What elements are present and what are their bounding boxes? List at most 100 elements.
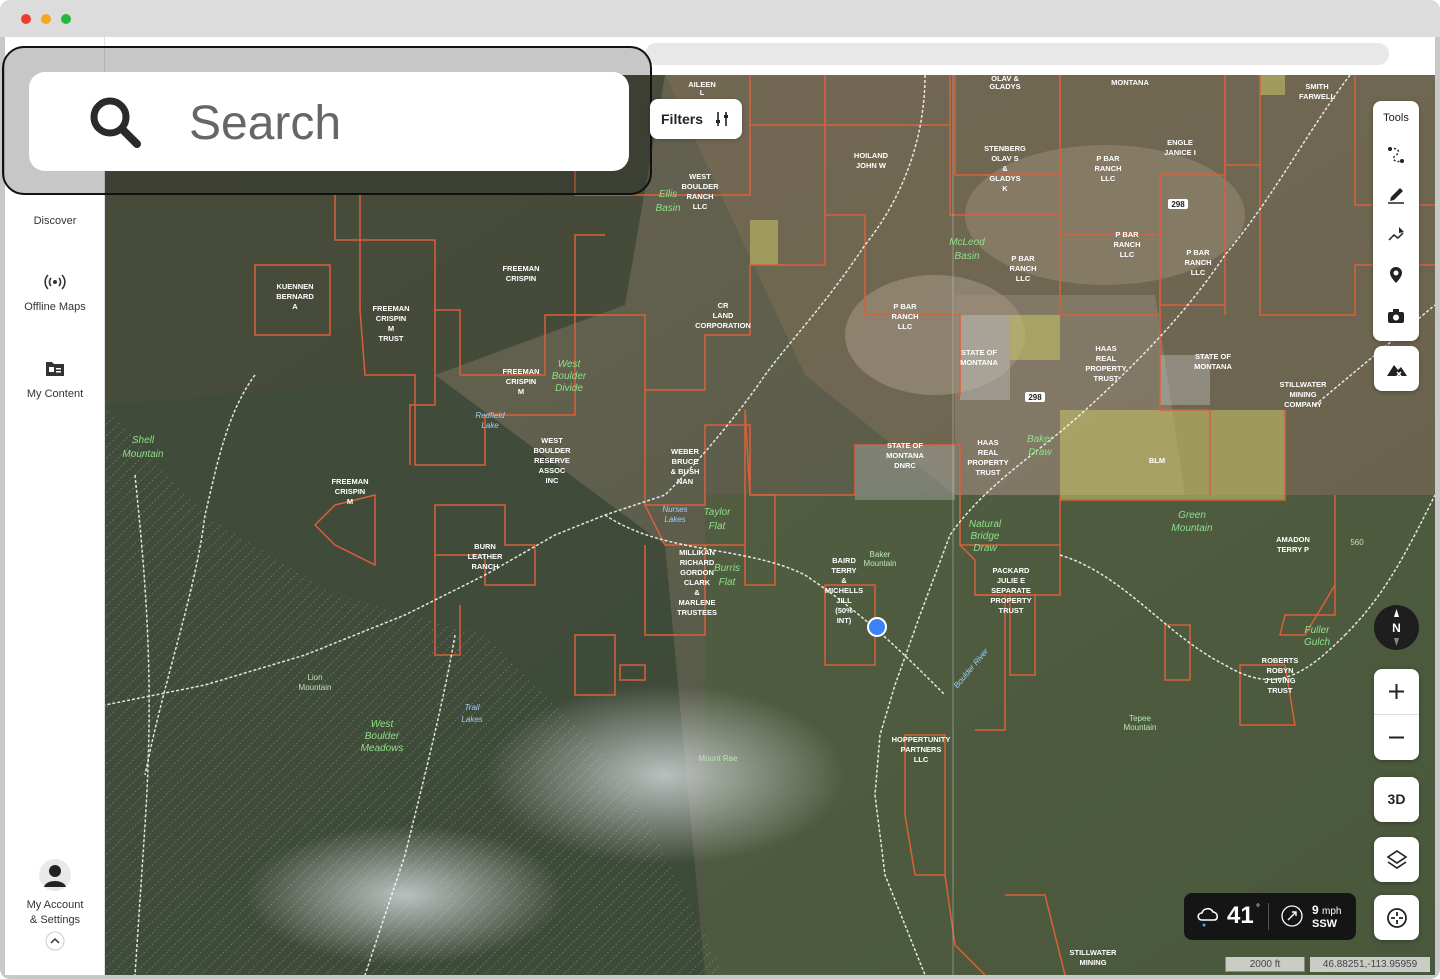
svg-text:RANCH: RANCH bbox=[686, 192, 713, 201]
svg-text:&: & bbox=[694, 588, 700, 597]
filters-button[interactable]: Filters bbox=[650, 99, 742, 139]
svg-text:WEST: WEST bbox=[689, 172, 711, 181]
svg-text:Lake: Lake bbox=[481, 421, 499, 430]
tools-panel: Tools bbox=[1373, 101, 1419, 341]
svg-text:M: M bbox=[518, 387, 524, 396]
svg-text:ROBYN: ROBYN bbox=[1266, 666, 1293, 675]
svg-text:TRUST: TRUST bbox=[999, 606, 1024, 615]
sidebar-item-offline-maps[interactable]: Offline Maps bbox=[5, 271, 105, 313]
svg-text:&: & bbox=[841, 576, 847, 585]
zoom-out-button[interactable] bbox=[1374, 715, 1419, 760]
svg-text:RANCH: RANCH bbox=[471, 562, 498, 571]
svg-text:LLC: LLC bbox=[1120, 250, 1135, 259]
zoom-in-button[interactable] bbox=[1374, 669, 1419, 714]
svg-text:BOULDER: BOULDER bbox=[533, 446, 571, 455]
svg-text:CRISPIN: CRISPIN bbox=[506, 377, 536, 386]
svg-text:Trail: Trail bbox=[465, 703, 480, 712]
chevron-up-icon[interactable] bbox=[45, 931, 65, 951]
svg-text:HOPPERTUNITY: HOPPERTUNITY bbox=[892, 735, 951, 744]
browser-window: AILEEN L OLAV & GLADYS MONTANA SMITH FARWEL… bbox=[0, 0, 1440, 979]
svg-text:MONTANA: MONTANA bbox=[886, 451, 924, 460]
svg-text:STENBERG: STENBERG bbox=[984, 144, 1026, 153]
svg-text:WEST: WEST bbox=[541, 436, 563, 445]
svg-text:TERRY: TERRY bbox=[831, 566, 856, 575]
compass-button[interactable]: N bbox=[1374, 605, 1419, 650]
svg-text:CRISPIN: CRISPIN bbox=[506, 274, 536, 283]
svg-text:BLM: BLM bbox=[1149, 456, 1165, 465]
svg-text:Green: Green bbox=[1178, 510, 1206, 521]
svg-text:JILL: JILL bbox=[836, 596, 852, 605]
camera-icon[interactable] bbox=[1386, 306, 1406, 326]
svg-text:GLADYS: GLADYS bbox=[989, 82, 1020, 91]
3d-toggle-button[interactable]: 3D bbox=[1374, 777, 1419, 822]
svg-text:ROBERTS: ROBERTS bbox=[1262, 656, 1299, 665]
svg-text:NAN: NAN bbox=[677, 477, 693, 486]
sidebar-item-discover[interactable]: Discover bbox=[5, 215, 105, 227]
search-placeholder: Search bbox=[189, 97, 342, 150]
svg-text:AMADON: AMADON bbox=[1276, 535, 1310, 544]
svg-text:BAIRD: BAIRD bbox=[832, 556, 856, 565]
svg-text:TRUST: TRUST bbox=[976, 468, 1001, 477]
svg-text:MONTANA: MONTANA bbox=[960, 358, 998, 367]
svg-text:WEBER: WEBER bbox=[671, 447, 700, 456]
sidebar-item-label: My Content bbox=[26, 388, 84, 400]
maximize-window-button[interactable] bbox=[61, 14, 71, 24]
svg-text:STATE OF: STATE OF bbox=[887, 441, 923, 450]
sidebar-item-account[interactable]: My Account & Settings bbox=[5, 859, 105, 951]
tools-label: Tools bbox=[1383, 112, 1409, 124]
pencil-icon[interactable] bbox=[1386, 185, 1406, 205]
svg-text:PARTNERS: PARTNERS bbox=[901, 745, 942, 754]
weather-widget[interactable]: 41 ° 9 mph SSW bbox=[1184, 893, 1356, 940]
svg-text:MILLIKAN: MILLIKAN bbox=[679, 548, 715, 557]
account-label-line2: & Settings bbox=[29, 914, 81, 926]
current-location-marker[interactable] bbox=[867, 617, 887, 637]
folder-icon bbox=[46, 362, 64, 376]
svg-text:RANCH: RANCH bbox=[891, 312, 918, 321]
minimize-window-button[interactable] bbox=[41, 14, 51, 24]
map-canvas[interactable]: AILEEN L OLAV & GLADYS MONTANA SMITH FARWEL… bbox=[105, 75, 1435, 975]
route-icon[interactable] bbox=[1386, 145, 1406, 165]
search-icon bbox=[90, 97, 141, 148]
locate-me-button[interactable] bbox=[1374, 895, 1419, 940]
wind-speed-unit: mph bbox=[1322, 906, 1342, 917]
svg-text:BRUCE: BRUCE bbox=[672, 457, 699, 466]
svg-text:Flat: Flat bbox=[719, 577, 737, 588]
zoom-controls bbox=[1374, 669, 1419, 760]
draw-shape-icon[interactable] bbox=[1386, 225, 1406, 245]
layers-button[interactable] bbox=[1374, 837, 1419, 882]
svg-text:STILLWATER: STILLWATER bbox=[1280, 380, 1328, 389]
svg-text:STATE OF: STATE OF bbox=[961, 348, 997, 357]
svg-text:PROPERTY: PROPERTY bbox=[990, 596, 1031, 605]
title-bar bbox=[0, 0, 1440, 37]
svg-text:Mountain: Mountain bbox=[864, 559, 897, 568]
sliders-icon bbox=[716, 112, 728, 126]
address-bar[interactable] bbox=[645, 43, 1389, 65]
svg-text:TRUSTEES: TRUSTEES bbox=[677, 608, 717, 617]
sidebar-item-my-content[interactable]: My Content bbox=[5, 358, 105, 400]
map-pin-icon[interactable] bbox=[1386, 265, 1406, 285]
svg-text:BERNARD: BERNARD bbox=[276, 292, 314, 301]
svg-text:INC: INC bbox=[546, 476, 560, 485]
svg-text:& BUSH: & BUSH bbox=[671, 467, 700, 476]
svg-text:DNRC: DNRC bbox=[894, 461, 916, 470]
svg-text:TRUST: TRUST bbox=[379, 334, 404, 343]
weather-divider bbox=[1268, 903, 1269, 930]
svg-text:McLeod: McLeod bbox=[949, 237, 985, 248]
svg-text:BOULDER: BOULDER bbox=[681, 182, 719, 191]
close-window-button[interactable] bbox=[21, 14, 31, 24]
svg-text:West: West bbox=[371, 719, 395, 730]
svg-text:Mount Rae: Mount Rae bbox=[698, 754, 738, 763]
svg-text:P BAR: P BAR bbox=[1096, 154, 1120, 163]
sidebar-item-label: Discover bbox=[33, 215, 77, 227]
svg-text:Lion: Lion bbox=[307, 673, 322, 682]
svg-text:Nurses: Nurses bbox=[662, 505, 687, 514]
search-input[interactable]: Search bbox=[29, 72, 629, 171]
svg-text:GLADYS: GLADYS bbox=[989, 174, 1020, 183]
svg-text:Ellis: Ellis bbox=[659, 189, 677, 200]
svg-text:LEATHER: LEATHER bbox=[468, 552, 503, 561]
terrain-mode-button[interactable] bbox=[1374, 346, 1419, 391]
svg-text:Basin: Basin bbox=[954, 251, 979, 262]
svg-text:LLC: LLC bbox=[1191, 268, 1206, 277]
crosshair-icon bbox=[1387, 908, 1407, 928]
broadcast-icon bbox=[44, 274, 66, 290]
